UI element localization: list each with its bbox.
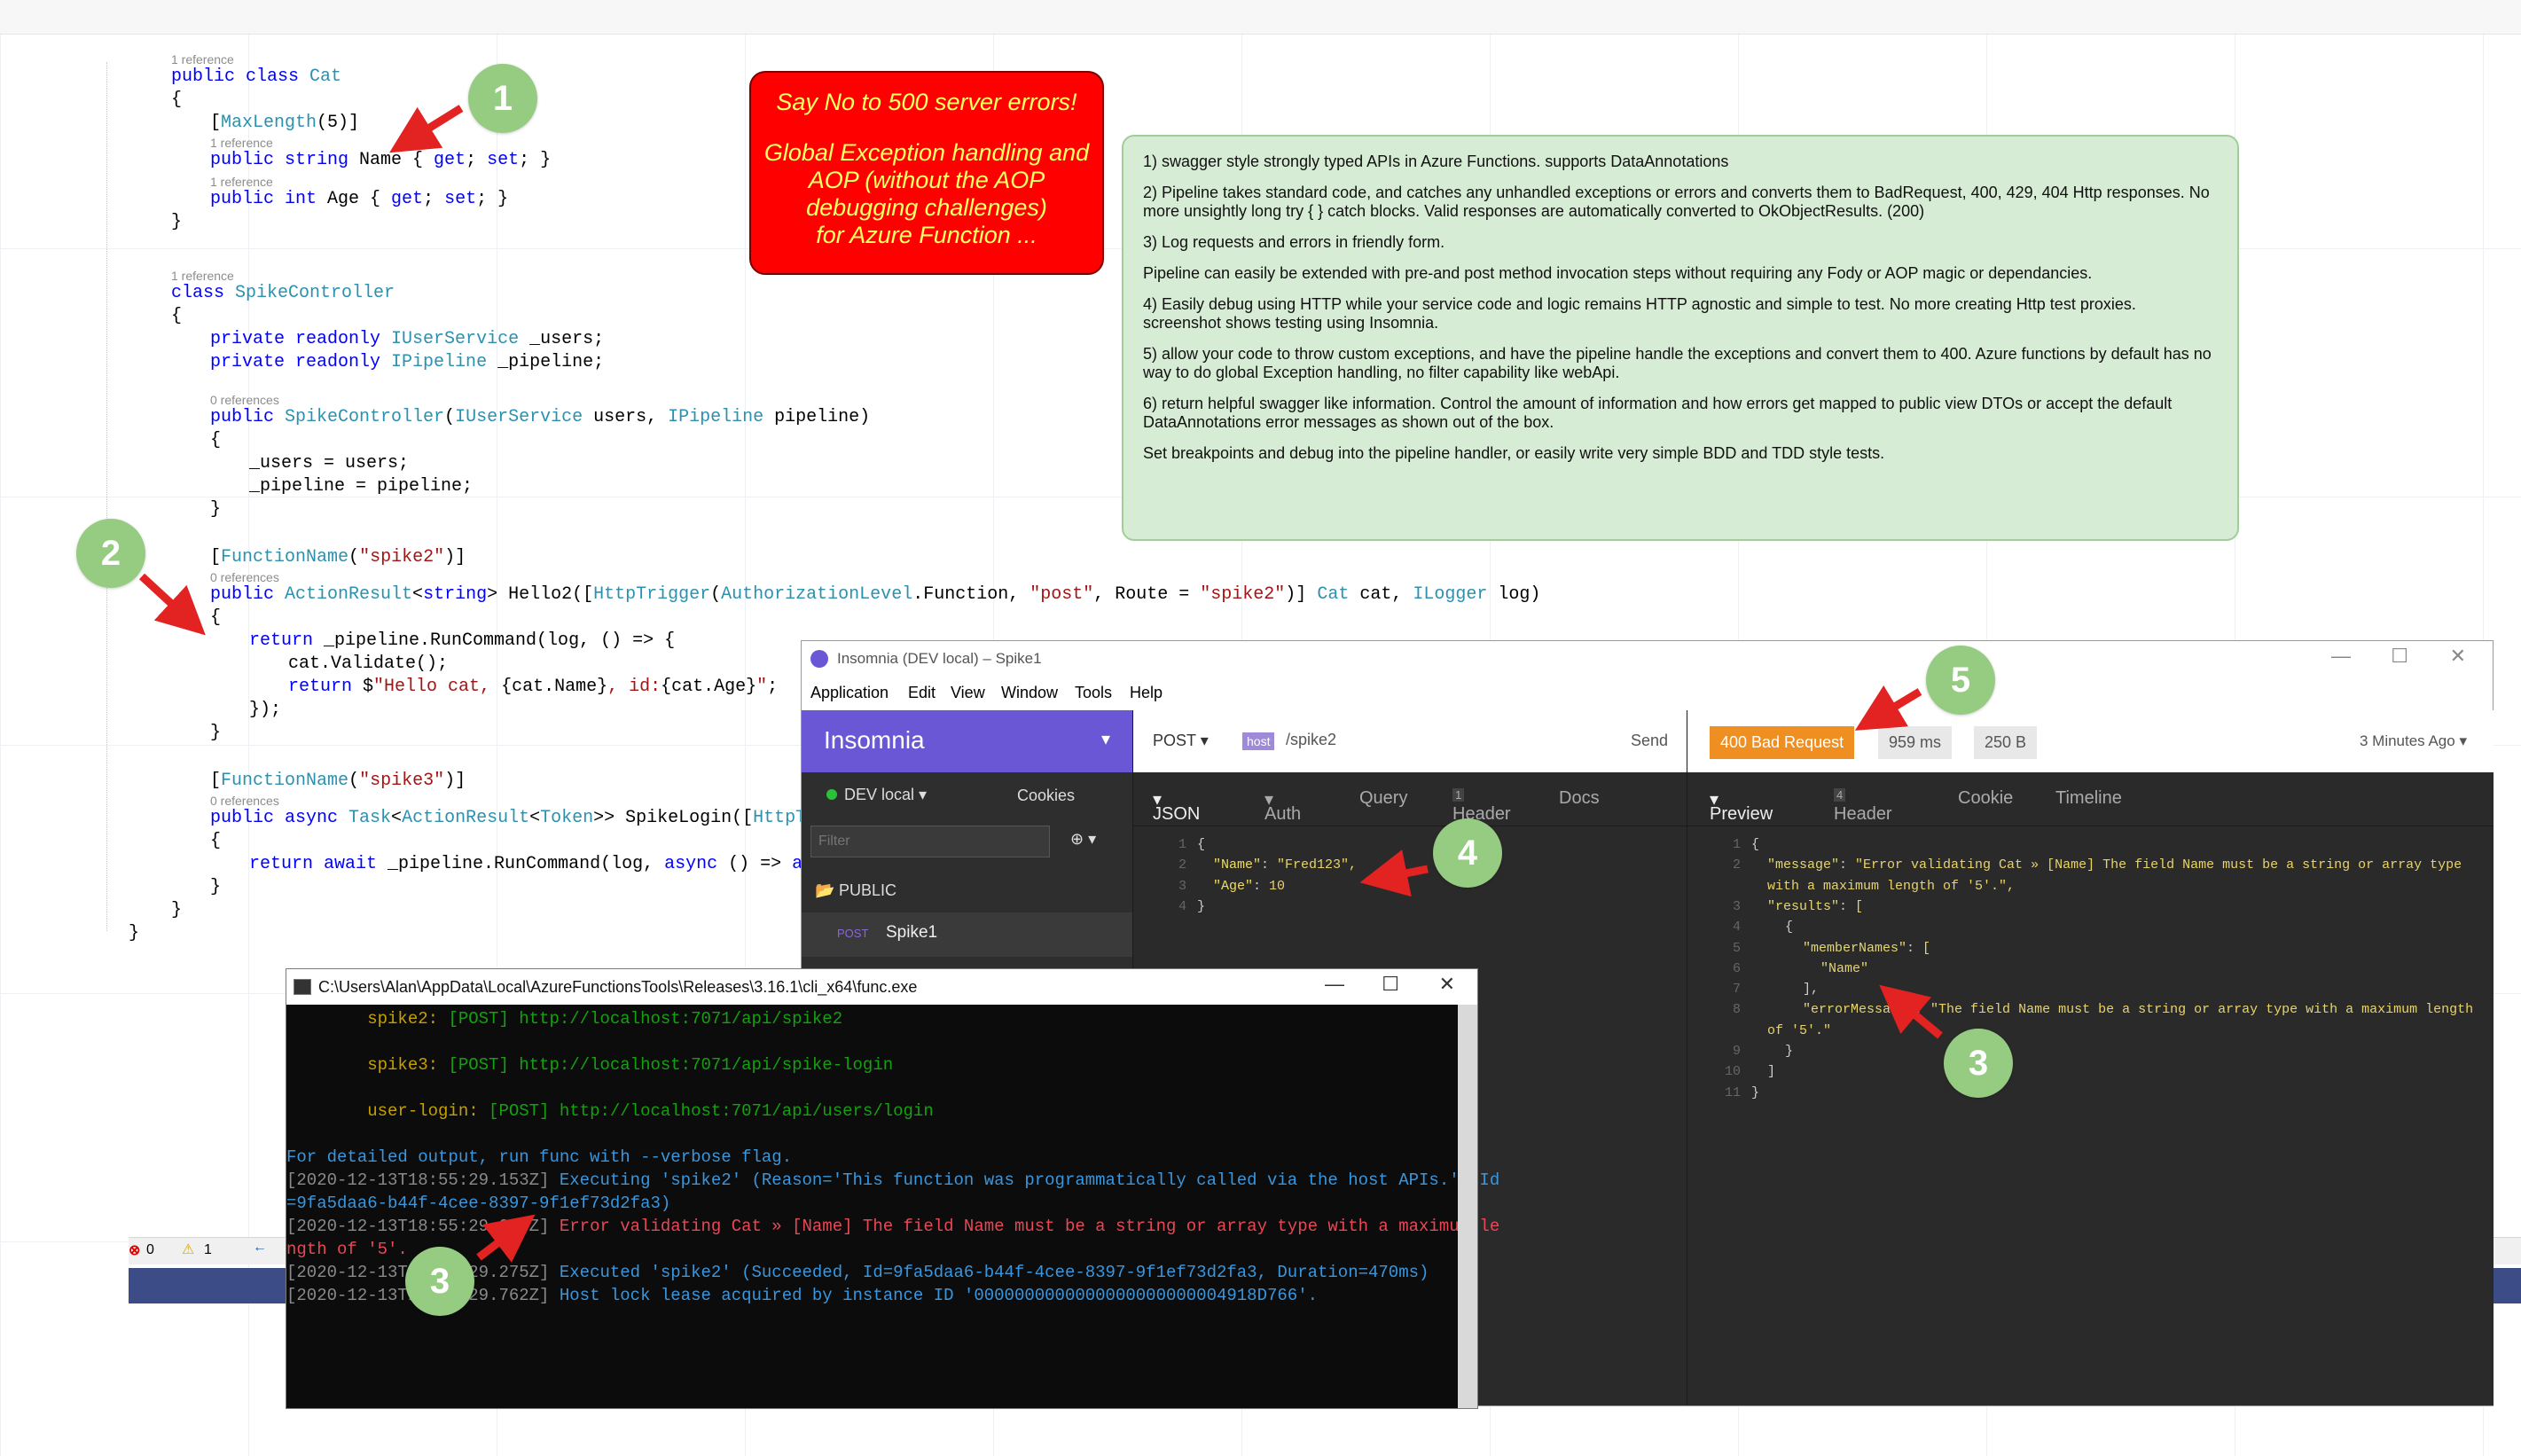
callout-badge-2: 2 — [76, 519, 145, 588]
arrow-2 — [138, 573, 206, 636]
annotation-arrows — [138, 105, 1943, 1263]
arrow-5 — [1854, 685, 1922, 731]
callout-badge-5: 5 — [1926, 646, 1995, 715]
callout-badge-3-response: 3 — [1944, 1029, 2013, 1098]
arrow-4 — [1359, 849, 1429, 897]
arrow-1 — [389, 105, 464, 153]
callout-badge-3-terminal: 3 — [405, 1247, 474, 1316]
callout-badge-1: 1 — [468, 64, 537, 133]
arrow-3-terminal — [476, 1214, 536, 1263]
callout-badge-4: 4 — [1433, 818, 1502, 888]
arrow-3-response — [1879, 984, 1943, 1039]
